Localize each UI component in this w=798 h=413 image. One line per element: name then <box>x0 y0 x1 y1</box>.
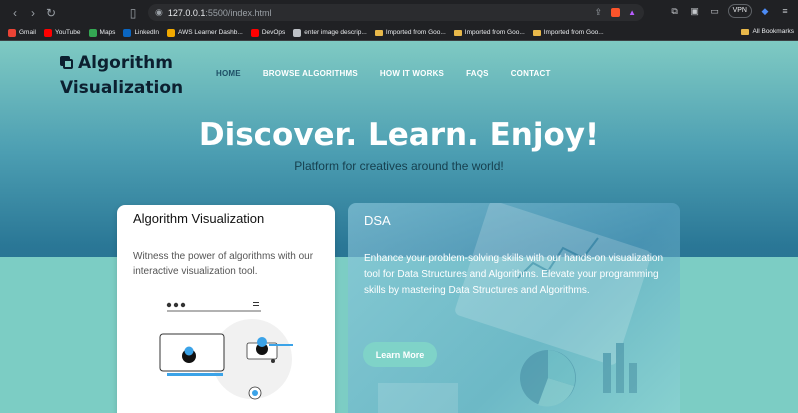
brave-rewards-icon[interactable]: ▲ <box>628 8 636 17</box>
bookmark-label: Maps <box>99 29 116 36</box>
favicon-icon <box>43 28 52 37</box>
site-logo[interactable]: Algorithm Visualization <box>60 51 183 101</box>
folder-icon <box>453 29 462 36</box>
share-icon[interactable]: ⇪ <box>594 7 602 18</box>
favicon-icon <box>167 28 176 37</box>
folder-icon <box>741 28 750 35</box>
wallet-icon[interactable]: ▭ <box>708 4 722 18</box>
folder-icon <box>374 29 383 36</box>
card-description: Enhance your problem-solving skills with… <box>364 253 664 296</box>
nav-how-it-works[interactable]: HOW IT WORKS <box>380 69 444 78</box>
favicon-icon <box>293 28 302 37</box>
bookmarks-bar: Gmail YouTube Maps LinkedIn AWS Learner Dash… <box>0 25 798 41</box>
favicon-icon <box>8 28 16 37</box>
bookmark-item[interactable]: enter image descrip... <box>293 28 367 37</box>
url-path: :5500/index.html <box>205 7 272 18</box>
bookmark-item[interactable]: LinkedIn <box>123 28 160 37</box>
nav-contact[interactable]: CONTACT <box>511 69 551 78</box>
extensions-icon[interactable]: ⧉ <box>668 4 682 18</box>
hero-title: Discover. Learn. Enjoy! <box>198 117 600 153</box>
bookmark-item[interactable]: AWS Learner Dashb... <box>167 28 243 37</box>
bookmark-label: Imported from Goo... <box>385 29 446 36</box>
logo-line1: Algorithm <box>78 53 173 73</box>
logo-icon <box>60 56 73 69</box>
learn-more-button[interactable]: Learn More <box>363 342 437 367</box>
favicon-icon <box>123 28 132 37</box>
nav-home[interactable]: HOME <box>216 69 241 78</box>
forward-icon[interactable]: › <box>24 4 42 22</box>
card-description: Witness the power of algorithms with our… <box>133 251 314 277</box>
url-host: 127.0.0.1 <box>167 7 206 18</box>
logo-line2: Visualization <box>60 78 184 98</box>
favicon-icon <box>250 28 259 37</box>
bookmark-label: AWS Learner Dashb... <box>178 29 243 36</box>
nav-browse-algorithms[interactable]: BROWSE ALGORITHMS <box>263 69 358 78</box>
card-title: Algorithm Visualization <box>133 211 265 226</box>
bookmark-label: Imported from Goo... <box>543 29 604 36</box>
menu-icon[interactable]: ≡ <box>778 4 792 18</box>
bookmark-page-icon[interactable]: ▯ <box>124 4 142 22</box>
bookmark-label: enter image descrip... <box>304 29 367 36</box>
address-bar[interactable]: ◉ 127.0.0.1:5500/index.html ⇪ ▲ <box>148 4 644 21</box>
vpn-button[interactable]: VPN <box>727 4 752 18</box>
all-bookmarks[interactable]: All Bookmarks <box>741 28 794 35</box>
bookmark-item[interactable]: Maps <box>88 28 116 37</box>
bookmark-item[interactable]: Gmail <box>8 28 36 37</box>
brave-shield-icon[interactable] <box>611 8 620 17</box>
web-page: Algorithm Visualization HOME BROWSE ALGO… <box>0 41 798 413</box>
bookmark-item[interactable]: YouTube <box>43 28 81 37</box>
favicon-icon <box>88 28 97 37</box>
bookmark-item[interactable]: DevOps <box>250 28 286 37</box>
background-chart-art <box>378 203 651 413</box>
card-title: DSA <box>364 213 391 228</box>
bookmark-item[interactable]: Imported from Goo... <box>374 29 446 36</box>
bookmark-item[interactable]: Imported from Goo... <box>453 29 525 36</box>
algorithm-visualization-card: Algorithm Visualization Witness the powe… <box>117 205 335 413</box>
hero-subtitle: Platform for creatives around the world! <box>294 159 504 173</box>
bookmark-label: DevOps <box>261 29 286 36</box>
back-icon[interactable]: ‹ <box>6 4 24 22</box>
main-nav: HOME BROWSE ALGORITHMS HOW IT WORKS FAQS… <box>216 69 551 78</box>
dsa-card: DSA Enhance your problem-solving skills … <box>348 203 680 413</box>
browser-toolbar: ‹ › ↻ ▯ ◉ 127.0.0.1:5500/index.html ⇪ ▲ … <box>0 0 798 25</box>
visualization-illustration <box>159 302 293 400</box>
site-info-icon[interactable]: ◉ <box>155 7 163 18</box>
bookmark-label: Imported from Goo... <box>464 29 525 36</box>
nav-faqs[interactable]: FAQS <box>466 69 489 78</box>
bookmark-label: LinkedIn <box>134 29 160 36</box>
leo-ai-icon[interactable]: ◆ <box>758 4 772 18</box>
reload-icon[interactable]: ↻ <box>42 4 60 22</box>
bookmark-item[interactable]: Imported from Goo... <box>532 29 604 36</box>
bookmark-label: Gmail <box>19 29 36 36</box>
all-bookmarks-label: All Bookmarks <box>752 28 794 35</box>
sidebar-icon[interactable]: ▣ <box>688 4 702 18</box>
bookmark-label: YouTube <box>54 29 81 36</box>
folder-icon <box>532 29 541 36</box>
